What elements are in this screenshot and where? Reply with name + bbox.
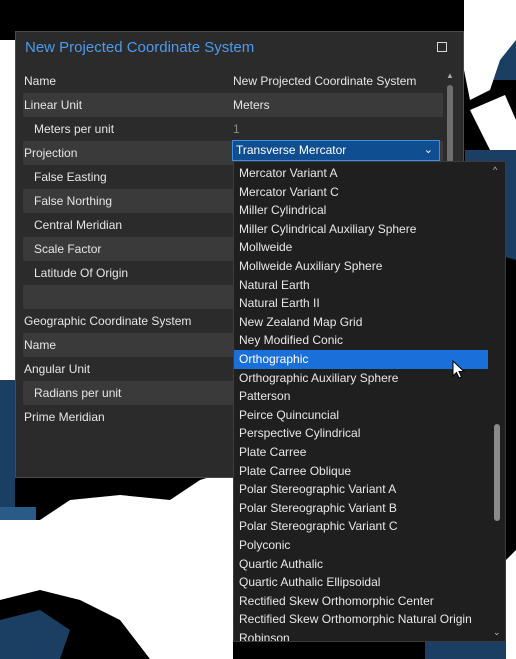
row-label: Central Meridian [34, 218, 123, 232]
dropdown-option[interactable]: Polyconic [234, 536, 488, 555]
row-label: Radians per unit [34, 386, 122, 400]
projection-combobox[interactable]: Transverse Mercator ⌄ [232, 140, 440, 161]
grid-row-linear-unit[interactable]: Linear Unit Meters [23, 93, 443, 117]
projection-value: Transverse Mercator [236, 143, 347, 157]
dialog-title: New Projected Coordinate System [25, 39, 255, 56]
dropdown-option[interactable]: Ney Modified Conic [234, 331, 488, 350]
row-value: 1 [233, 122, 240, 136]
dropdown-option[interactable]: New Zealand Map Grid [234, 313, 488, 332]
dropdown-option[interactable]: Rectified Skew Orthomorphic Center [234, 592, 488, 611]
scroll-down-icon[interactable]: ⌄ [493, 627, 501, 638]
dropdown-option[interactable]: Natural Earth II [234, 294, 488, 313]
dropdown-option[interactable]: Miller Cylindrical [234, 201, 488, 220]
row-label: Angular Unit [24, 362, 91, 376]
row-label: Name [24, 338, 57, 352]
grid-row-name[interactable]: Name New Projected Coordinate System [23, 69, 443, 93]
row-label: Prime Meridian [24, 410, 105, 424]
dropdown-option[interactable]: Miller Cylindrical Auxiliary Sphere [234, 220, 488, 239]
projection-dropdown-list[interactable]: Mercator Variant A Mercator Variant C Mi… [233, 161, 506, 642]
dropdown-option[interactable]: Natural Earth [234, 276, 488, 295]
dropdown-scrollbar-thumb[interactable] [494, 424, 500, 521]
row-label: Meters per unit [34, 122, 115, 136]
dropdown-option[interactable]: Mollweide [234, 238, 488, 257]
dropdown-option[interactable]: Quartic Authalic [234, 555, 488, 574]
dropdown-option[interactable]: Plate Carree [234, 443, 488, 462]
dropdown-option[interactable]: Patterson [234, 387, 488, 406]
scroll-up-icon[interactable]: ▲ [446, 71, 454, 80]
row-value[interactable]: New Projected Coordinate System [233, 69, 416, 93]
dropdown-option-selected[interactable]: Orthographic [234, 350, 488, 369]
chevron-down-icon[interactable]: ⌄ [424, 141, 433, 160]
dropdown-option[interactable]: Perspective Cylindrical [234, 424, 488, 443]
dropdown-option[interactable]: Polar Stereographic Variant B [234, 499, 488, 518]
row-label: Name [24, 74, 57, 88]
maximize-icon[interactable] [437, 42, 447, 52]
dropdown-option[interactable]: Mercator Variant C [234, 183, 488, 202]
dropdown-option[interactable]: Orthographic Auxiliary Sphere [234, 369, 488, 388]
dropdown-option[interactable]: Mercator Variant A [234, 164, 488, 183]
dropdown-option[interactable]: Rectified Skew Orthomorphic Natural Orig… [234, 610, 488, 629]
dropdown-option[interactable]: Robinson [234, 629, 488, 641]
row-label: False Easting [34, 170, 107, 184]
row-label: Latitude Of Origin [34, 266, 129, 280]
dropdown-option[interactable]: Mollweide Auxiliary Sphere [234, 257, 488, 276]
grid-row-meters-per-unit[interactable]: Meters per unit 1 [23, 117, 443, 141]
row-label: Projection [24, 146, 78, 160]
row-label: Scale Factor [34, 242, 102, 256]
dropdown-scrollbar[interactable]: ^ ⌄ [490, 162, 505, 641]
row-label: Geographic Coordinate System [24, 314, 192, 328]
row-label: False Northing [34, 194, 113, 208]
dropdown-option[interactable]: Peirce Quincuncial [234, 406, 488, 425]
mouse-pointer-icon [452, 360, 466, 379]
dropdown-option[interactable]: Plate Carree Oblique [234, 462, 488, 481]
row-label: Linear Unit [24, 98, 83, 112]
dropdown-option[interactable]: Quartic Authalic Ellipsoidal [234, 573, 488, 592]
row-value[interactable]: Meters [233, 93, 270, 117]
dropdown-option[interactable]: Polar Stereographic Variant C [234, 517, 488, 536]
scroll-up-icon[interactable]: ^ [493, 165, 497, 175]
dropdown-option[interactable]: Polar Stereographic Variant A [234, 480, 488, 499]
